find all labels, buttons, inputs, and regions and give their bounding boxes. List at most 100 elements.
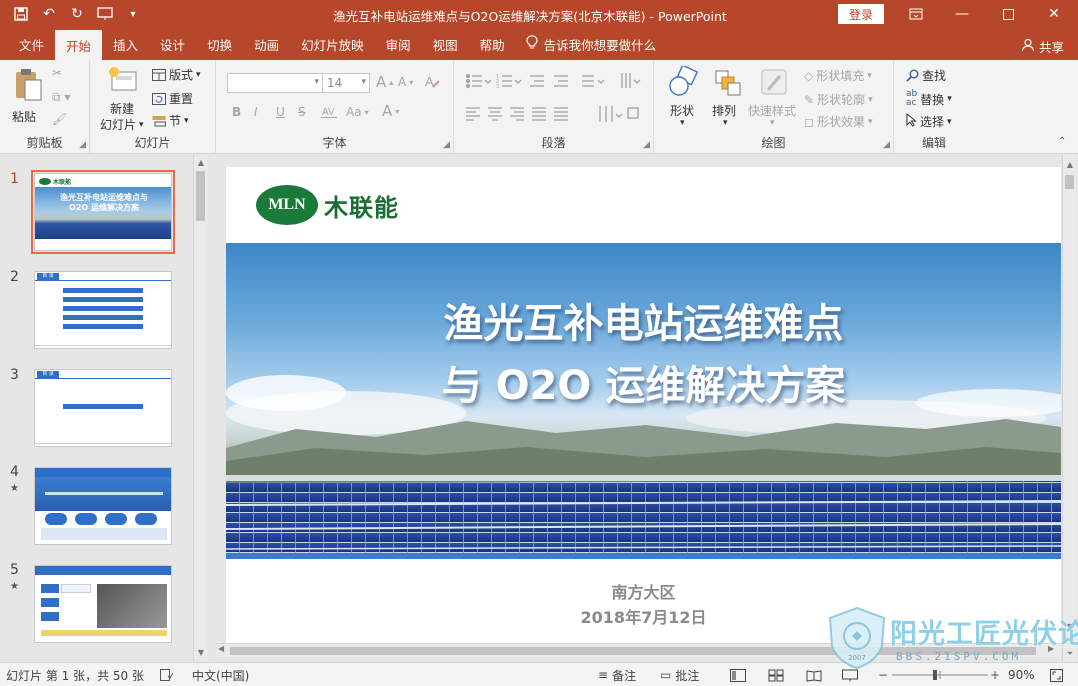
new-slide-label-1: 新建 — [110, 102, 135, 116]
close-icon[interactable]: ✕ — [1031, 0, 1077, 28]
undo-icon[interactable]: ↶ — [38, 3, 60, 25]
present-icon[interactable] — [94, 3, 116, 25]
shrink-font-icon[interactable]: A ▾ — [398, 75, 413, 89]
thumb-number-3: 3 — [10, 367, 19, 383]
reading-view-icon[interactable] — [806, 663, 822, 686]
banner-image: 渔光互补电站运维难点 与 O2O 运维解决方案 — [226, 243, 1061, 559]
scroll-up-icon[interactable]: ▲ — [194, 155, 208, 169]
slide-scroll-thumb[interactable] — [1065, 175, 1074, 189]
shape-outline-button[interactable]: ✎ 形状轮廓 ▾ — [804, 91, 873, 108]
maximize-icon[interactable] — [985, 0, 1031, 28]
shape-effects-button[interactable]: ◻ 形状效果 ▾ — [804, 113, 873, 130]
redo-icon[interactable]: ↻ — [66, 3, 88, 25]
ribbon-display-options-icon[interactable] — [893, 0, 939, 28]
quick-access-toolbar: ↶ ↻ ▾ — [0, 3, 200, 25]
section-button[interactable]: 节 ▾ — [152, 112, 189, 129]
thumb1-logo: 木联能 — [39, 177, 71, 186]
font-color-button[interactable]: A ▾ — [382, 102, 399, 120]
underline-button[interactable]: U — [276, 105, 285, 119]
italic-button[interactable]: I — [254, 105, 258, 119]
shapes-button[interactable]: 形状 ▾ — [664, 66, 704, 132]
clipboard-launcher-icon[interactable]: ◢ — [79, 140, 86, 150]
slide-scrollbar[interactable]: ▲ ▼ ⏶ ⏷ — [1062, 155, 1076, 661]
thumb1-banner: 渔光互补电站运维难点与 O2O 运维解决方案 — [35, 187, 171, 239]
slide-scroll-up-icon[interactable]: ▲ — [1063, 157, 1077, 171]
collapse-ribbon-icon[interactable]: ⌃ — [1058, 136, 1066, 147]
reset-icon — [152, 92, 166, 105]
paragraph-group-label: 段落 — [541, 136, 566, 150]
cut-icon[interactable]: ✂ — [52, 66, 62, 80]
clipboard-group-label: 剪贴板 — [26, 136, 63, 150]
tab-insert[interactable]: 插入 — [102, 28, 149, 60]
tab-help[interactable]: 帮助 — [469, 28, 516, 60]
thumbnail-scrollbar[interactable]: ▲ ▼ — [193, 155, 207, 661]
tab-home[interactable]: 开始 — [55, 30, 103, 60]
bold-button[interactable]: B — [232, 105, 241, 119]
slide-thumbnail-1[interactable]: 木联能 渔光互补电站运维难点与 O2O 运维解决方案 — [31, 170, 175, 254]
scroll-down-icon[interactable]: ▼ — [194, 645, 208, 659]
paragraph-launcher-icon[interactable]: ◢ — [643, 140, 650, 150]
logo-mark: MLN — [256, 185, 318, 225]
reset-button[interactable]: 重置 — [152, 90, 193, 107]
change-case-button[interactable]: Aa ▾ — [346, 105, 369, 119]
share-label: 共享 — [1038, 40, 1064, 55]
slide-thumbnail-4[interactable] — [34, 467, 172, 545]
shape-fill-button[interactable]: ◇ 形状填充 ▾ — [804, 67, 872, 84]
minimize-icon[interactable]: — — [939, 0, 985, 28]
shape-outline-icon: ✎ — [804, 92, 815, 107]
font-name-dropdown[interactable]: ▾ — [227, 73, 323, 93]
accessibility-icon[interactable] — [160, 663, 174, 686]
customize-qat-icon[interactable]: ▾ — [122, 3, 144, 25]
login-button[interactable]: 登录 — [838, 4, 884, 24]
tab-animations[interactable]: 动画 — [243, 28, 290, 60]
tab-review[interactable]: 审阅 — [375, 28, 422, 60]
tell-me-box[interactable]: 告诉我你想要做什么 — [526, 35, 656, 54]
quick-styles-dropdown-icon: ▾ — [770, 118, 775, 128]
format-painter-icon[interactable]: 🖌 — [52, 112, 67, 126]
quick-styles-label: 快速样式 — [748, 104, 797, 118]
replace-button[interactable]: ab ac 替换 ▾ — [906, 90, 952, 108]
group-clipboard: 粘贴 ✂ ⧉ ▾ 🖌 剪贴板 ◢ — [0, 60, 90, 154]
new-slide-icon — [109, 67, 137, 91]
find-button[interactable]: 查找 — [906, 67, 946, 84]
scroll-left-icon[interactable]: ◀ — [218, 644, 224, 653]
share-button[interactable]: 共享 — [1021, 37, 1064, 56]
drawing-launcher-icon[interactable]: ◢ — [883, 140, 890, 150]
clear-format-icon[interactable]: A — [424, 73, 440, 89]
grow-font-icon[interactable]: A ▴ — [376, 73, 393, 91]
new-slide-button[interactable]: 新建 幻灯片 ▾ — [98, 66, 150, 134]
tab-view[interactable]: 视图 — [422, 28, 469, 60]
comments-button[interactable]: ▭ 批注 — [660, 663, 699, 686]
layout-button[interactable]: 版式 ▾ — [152, 66, 201, 83]
slide-thumbnail-2[interactable]: 目 录 — [34, 271, 172, 349]
font-size-dropdown[interactable]: 14 ▾ — [322, 73, 370, 93]
font-launcher-icon[interactable]: ◢ — [443, 140, 450, 150]
region-label[interactable]: 南方大区 — [226, 579, 1061, 603]
strikethrough-button[interactable]: S — [298, 105, 306, 119]
lightbulb-icon — [526, 35, 538, 53]
notes-button[interactable]: ≡ 备注 — [598, 663, 636, 686]
tab-transitions[interactable]: 切换 — [196, 28, 243, 60]
tab-file[interactable]: 文件 — [8, 28, 55, 60]
arrange-button[interactable]: 排列 ▾ — [708, 66, 748, 132]
slide-thumbnail-5[interactable] — [34, 565, 172, 643]
slide-canvas[interactable]: MLN 木联能 渔光互补电站运维难点 与 O2O 运维解决方案 南方大区 201… — [226, 167, 1061, 643]
paragraph-icons[interactable]: 123 — [464, 70, 644, 130]
slide-title[interactable]: 渔光互补电站运维难点 与 O2O 运维解决方案 — [226, 293, 1061, 417]
save-icon[interactable] — [10, 3, 32, 25]
language-indicator[interactable]: 中文(中国) — [192, 663, 249, 686]
find-icon — [906, 69, 919, 82]
tab-slideshow[interactable]: 幻灯片放映 — [290, 28, 375, 60]
title-bar: ↶ ↻ ▾ 渔光互补电站运维难点与O2O运维解决方案(北京木联能) - Powe… — [0, 0, 1078, 28]
quick-styles-button[interactable]: 快速样式 ▾ — [748, 66, 802, 132]
copy-icon[interactable]: ⧉ ▾ — [52, 90, 70, 105]
slide-thumbnail-3[interactable]: 目 录 — [34, 369, 172, 447]
slide-title-line-1: 渔光互补电站运维难点 — [443, 301, 844, 347]
thumbnail-scroll-thumb[interactable] — [196, 171, 205, 221]
paste-button[interactable]: 粘贴 — [10, 68, 46, 126]
char-spacing-icon[interactable]: AV — [320, 105, 338, 119]
tab-design[interactable]: 设计 — [149, 28, 196, 60]
slide-sorter-icon[interactable] — [768, 663, 784, 686]
normal-view-icon[interactable] — [730, 663, 746, 686]
select-button[interactable]: 选择 ▾ — [906, 112, 952, 130]
